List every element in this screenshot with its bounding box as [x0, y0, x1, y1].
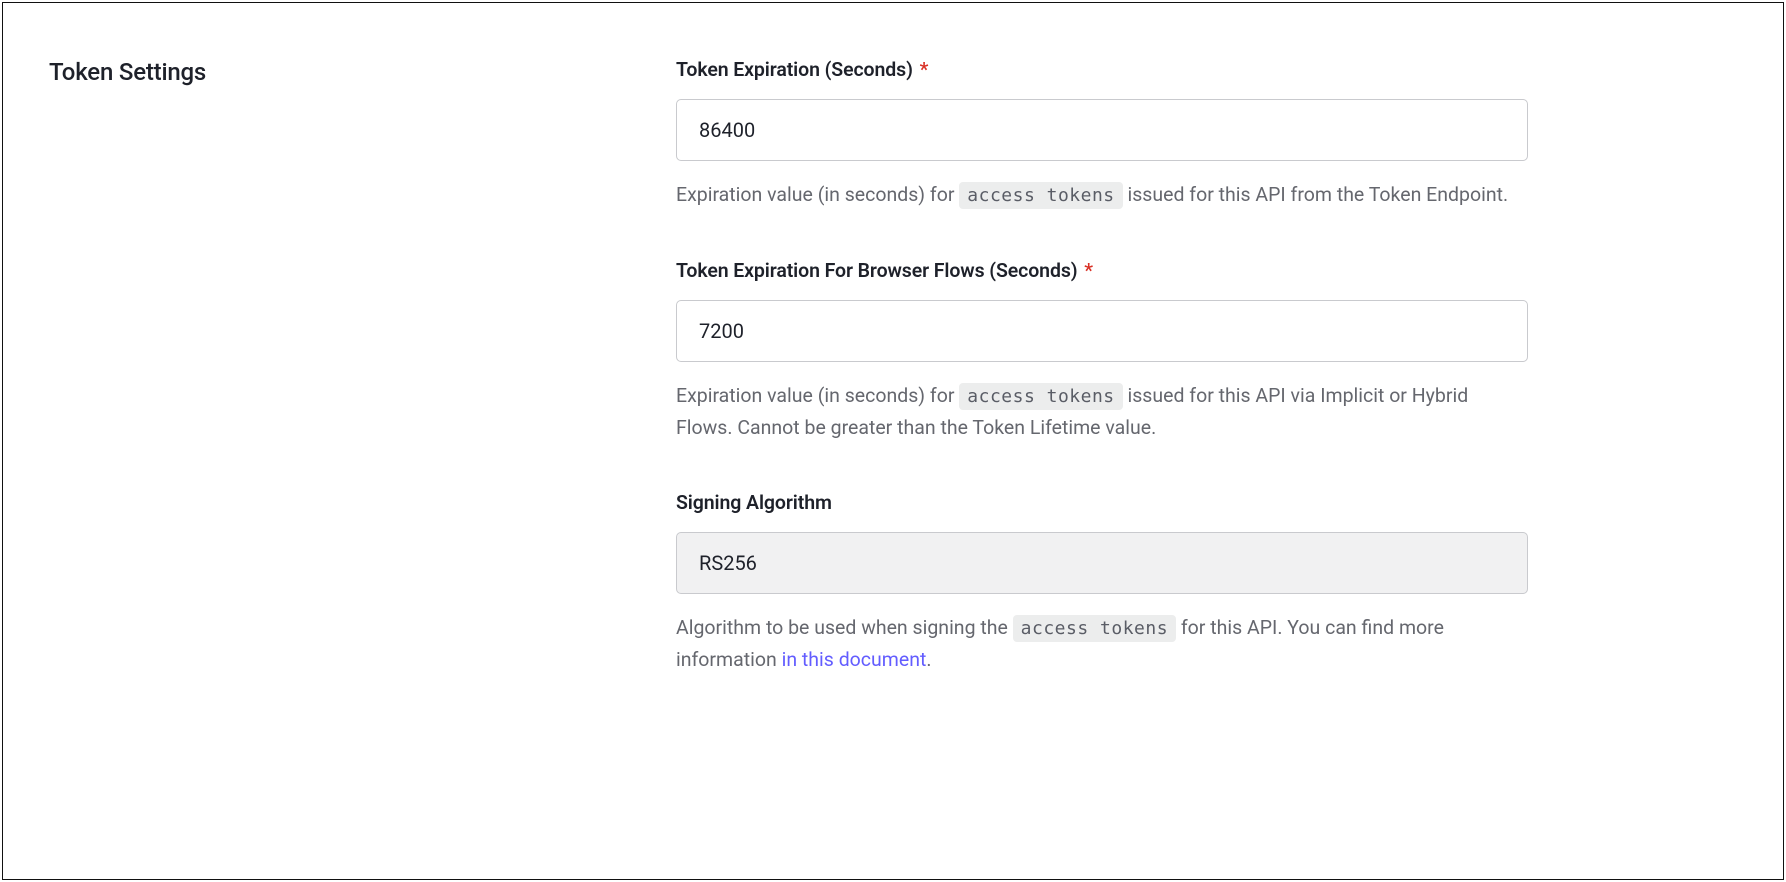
signing-algorithm-input: [676, 532, 1528, 594]
token-expiration-input[interactable]: [676, 99, 1528, 161]
help-text-end: .: [926, 648, 931, 671]
signing-algorithm-doc-link[interactable]: in this document: [782, 648, 927, 671]
help-text-prefix: Expiration value (in seconds) for: [676, 183, 959, 206]
token-expiration-browser-input[interactable]: [676, 300, 1528, 362]
token-expiration-browser-label: Token Expiration For Browser Flows (Seco…: [676, 259, 1528, 282]
section-title-column: Token Settings: [49, 58, 676, 819]
signing-algorithm-group: Signing Algorithm Algorithm to be used w…: [676, 491, 1528, 675]
signing-algorithm-label: Signing Algorithm: [676, 491, 1528, 514]
form-column: Token Expiration (Seconds) * Expiration …: [676, 58, 1528, 819]
section-title: Token Settings: [49, 58, 676, 86]
token-settings-panel: Token Settings Token Expiration (Seconds…: [2, 2, 1784, 880]
token-expiration-group: Token Expiration (Seconds) * Expiration …: [676, 58, 1528, 211]
signing-algorithm-label-text: Signing Algorithm: [676, 491, 832, 514]
signing-algorithm-help: Algorithm to be used when signing the ac…: [676, 612, 1528, 675]
help-text-prefix: Expiration value (in seconds) for: [676, 384, 959, 407]
access-tokens-badge: access tokens: [959, 383, 1122, 410]
help-text-prefix: Algorithm to be used when signing the: [676, 616, 1013, 639]
required-mark: *: [1084, 259, 1093, 282]
help-text-suffix: issued for this API from the Token Endpo…: [1123, 183, 1508, 206]
token-expiration-browser-group: Token Expiration For Browser Flows (Seco…: [676, 259, 1528, 443]
token-expiration-label-text: Token Expiration (Seconds): [676, 58, 913, 81]
access-tokens-badge: access tokens: [1013, 615, 1176, 642]
token-expiration-browser-label-text: Token Expiration For Browser Flows (Seco…: [676, 259, 1077, 282]
access-tokens-badge: access tokens: [959, 182, 1122, 209]
token-expiration-label: Token Expiration (Seconds) *: [676, 58, 1528, 81]
token-expiration-help: Expiration value (in seconds) for access…: [676, 179, 1528, 211]
required-mark: *: [920, 58, 929, 81]
token-expiration-browser-help: Expiration value (in seconds) for access…: [676, 380, 1528, 443]
